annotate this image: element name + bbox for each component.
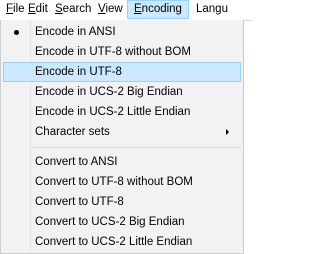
encoding-dropdown-menu: Encode in ANSI Encode in UTF-8 without B… xyxy=(0,20,244,254)
menu-view[interactable]: View xyxy=(92,0,129,19)
menu-item-character-sets[interactable]: Character sets xyxy=(3,122,241,142)
menu-item-encode-utf8-without-bom[interactable]: Encode in UTF-8 without BOM xyxy=(3,42,241,62)
radio-check-icon xyxy=(14,30,19,35)
menu-encoding[interactable]: Encoding xyxy=(127,0,189,19)
menu-item-convert-ansi[interactable]: Convert to ANSI xyxy=(3,152,241,172)
menu-item-encode-utf8[interactable]: Encode in UTF-8 xyxy=(3,62,241,82)
menu-item-convert-utf8[interactable]: Convert to UTF-8 xyxy=(3,192,241,212)
menu-bar: File Edit Search View Encoding Langu xyxy=(0,0,253,21)
menu-item-convert-ucs2-little-endian[interactable]: Convert to UCS-2 Little Endian xyxy=(3,232,241,252)
menu-item-encode-ansi[interactable]: Encode in ANSI xyxy=(3,22,241,42)
menu-item-convert-ucs2-big-endian[interactable]: Convert to UCS-2 Big Endian xyxy=(3,212,241,232)
menu-item-encode-ucs2-big-endian[interactable]: Encode in UCS-2 Big Endian xyxy=(3,82,241,102)
menu-search[interactable]: Search xyxy=(49,0,97,19)
menu-language[interactable]: Langu xyxy=(190,0,234,19)
menu-item-encode-ucs2-little-endian[interactable]: Encode in UCS-2 Little Endian xyxy=(3,102,241,122)
menu-item-convert-utf8-without-bom[interactable]: Convert to UTF-8 without BOM xyxy=(3,172,241,192)
submenu-arrow-icon xyxy=(226,129,229,135)
menu-separator xyxy=(32,147,241,148)
